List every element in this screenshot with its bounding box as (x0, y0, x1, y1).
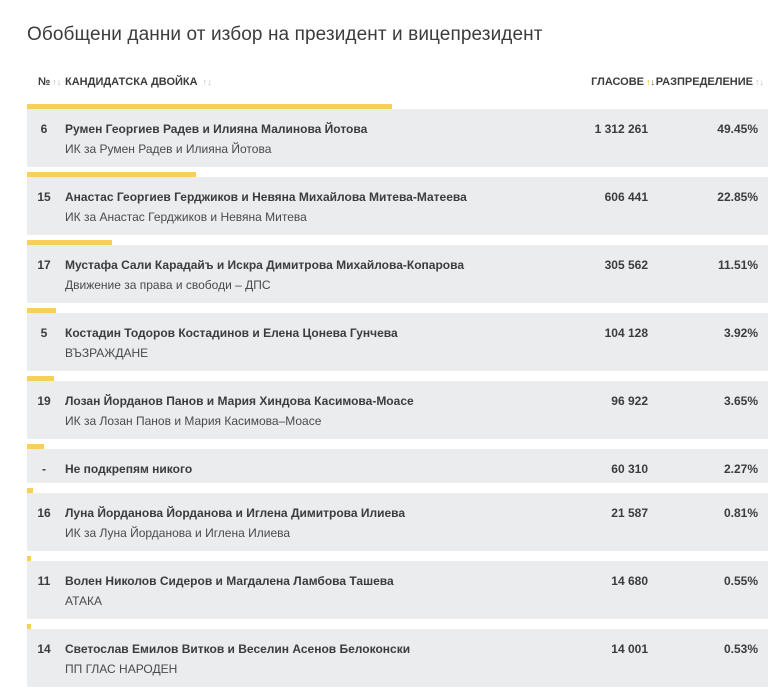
table-row[interactable]: 5 Костадин Тодоров Костадинов и Елена Цон… (27, 308, 768, 371)
vote-percentage: 0.55% (723, 574, 758, 588)
column-header-candidates-label: Кандидатска двойка (65, 76, 198, 88)
vote-count: 21 587 (611, 506, 648, 520)
party-name: АТАКА (65, 594, 102, 608)
candidate-number: 6 (40, 122, 48, 136)
party-name: ИК за Лозан Панов и Мария Касимова–Моасе (65, 414, 322, 428)
vote-percentage: 0.53% (723, 642, 758, 656)
candidate-number: 11 (37, 574, 51, 588)
candidate-number: 17 (37, 258, 51, 272)
vote-count: 305 562 (604, 258, 648, 272)
row-card: 19 Лозан Йорданов Панов и Мария Хиндова К… (27, 381, 768, 439)
vote-count: 60 310 (611, 462, 648, 476)
row-card: 17 Мустафа Сали Карадайъ и Искра Димитров… (27, 245, 768, 303)
candidate-pair-name: Румен Георгиев Радев и Илияна Малинова Й… (65, 122, 368, 136)
vote-count: 14 001 (611, 642, 648, 656)
table-row[interactable]: 16 Луна Йорданова Йорданова и Иглена Дими… (27, 488, 768, 551)
row-card: 5 Костадин Тодоров Костадинов и Елена Цон… (27, 313, 768, 371)
vote-percentage: 0.81% (723, 506, 758, 520)
vote-percentage: 49.45% (717, 122, 758, 136)
table-row[interactable]: 11 Волен Николов Сидеров и Магдалена Ламб… (27, 556, 768, 619)
vote-percentage: 3.92% (723, 326, 758, 340)
column-header-number-label: № (38, 76, 51, 88)
table-row[interactable]: 17 Мустафа Сали Карадайъ и Искра Димитров… (27, 240, 768, 303)
column-header-votes-label: Гласове (591, 76, 644, 88)
candidate-pair-name: Анастас Георгиев Герджиков и Невяна Миха… (65, 190, 467, 204)
sort-icon[interactable]: ↑↓ (203, 77, 212, 87)
party-name: ПП ГЛАС НАРОДЕН (65, 662, 178, 676)
row-card: 16 Луна Йорданова Йорданова и Иглена Дими… (27, 493, 768, 551)
column-header-distribution[interactable]: Разпределение ↑↓ (656, 76, 764, 88)
table-row[interactable]: 15 Анастас Георгиев Герджиков и Невяна Ми… (27, 172, 768, 235)
candidate-pair-name: Луна Йорданова Йорданова и Иглена Димитр… (65, 506, 406, 520)
party-name: ИК за Анастас Герджиков и Невяна Митева (65, 210, 307, 224)
table-row[interactable]: 14 Светослав Емилов Витков и Веселин Асен… (27, 624, 768, 687)
candidate-number: 5 (40, 326, 48, 340)
candidate-pair-name: Светослав Емилов Витков и Веселин Асенов… (65, 642, 411, 656)
vote-percentage: 22.85% (717, 190, 758, 204)
table-row[interactable]: - Не подкрепям никого 60 310 2.27% (27, 444, 768, 483)
sort-desc-icon[interactable]: ↑↓ (646, 77, 655, 87)
column-header-number[interactable]: № ↑↓ (38, 76, 61, 88)
row-card: 6 Румен Георгиев Радев и Илияна Малинова … (27, 109, 768, 167)
party-name: ИК за Румен Радев и Илияна Йотова (65, 142, 272, 156)
vote-count: 606 441 (604, 190, 648, 204)
sort-icon[interactable]: ↑↓ (52, 77, 61, 87)
table-row[interactable]: 6 Румен Георгиев Радев и Илияна Малинова … (27, 104, 768, 167)
party-name: ВЪЗРАЖДАНЕ (65, 346, 149, 360)
results-table: 6 Румен Георгиев Радев и Илияна Малинова … (27, 104, 768, 692)
candidate-pair-name: Волен Николов Сидеров и Магдалена Ламбов… (65, 574, 394, 588)
candidate-pair-name: Мустафа Сали Карадайъ и Искра Димитрова … (65, 258, 465, 272)
column-header-distribution-label: Разпределение (655, 76, 753, 88)
vote-count: 1 312 261 (594, 122, 648, 136)
vote-count: 104 128 (604, 326, 648, 340)
vote-percentage: 2.27% (723, 462, 758, 476)
row-card: 11 Волен Николов Сидеров и Магдалена Ламб… (27, 561, 768, 619)
column-header-votes[interactable]: Гласове ↑↓ (591, 76, 655, 88)
row-card: 15 Анастас Георгиев Герджиков и Невяна Ми… (27, 177, 768, 235)
vote-count: 14 680 (611, 574, 648, 588)
candidate-pair-name: Костадин Тодоров Костадинов и Елена Цоне… (65, 326, 398, 340)
candidate-number: - (42, 462, 46, 476)
column-header-candidates[interactable]: Кандидатска двойка ↑↓ (65, 76, 212, 88)
party-name: ИК за Луна Йорданова и Иглена Илиева (65, 526, 291, 540)
row-spacer (27, 687, 768, 692)
vote-percentage: 3.65% (723, 394, 758, 408)
table-header: № ↑↓ Кандидатска двойка ↑↓ Гласове ↑↓ Разп… (27, 72, 768, 94)
candidate-pair-name: Лозан Йорданов Панов и Мария Хиндова Кас… (65, 394, 414, 408)
candidate-pair-name: Не подкрепям никого (65, 462, 193, 476)
candidate-number: 19 (37, 394, 51, 408)
row-card: 14 Светослав Емилов Витков и Веселин Асен… (27, 629, 768, 687)
vote-count: 96 922 (611, 394, 648, 408)
vote-percentage: 11.51% (717, 258, 758, 272)
party-name: Движение за права и свободи – ДПС (65, 278, 271, 292)
sort-icon[interactable]: ↑↓ (755, 77, 764, 87)
row-card: - Не подкрепям никого 60 310 2.27% (27, 449, 768, 483)
page-title: Обобщени данни от избор на президент и в… (27, 24, 543, 45)
candidate-number: 15 (37, 190, 51, 204)
candidate-number: 14 (37, 642, 51, 656)
table-row[interactable]: 19 Лозан Йорданов Панов и Мария Хиндова К… (27, 376, 768, 439)
candidate-number: 16 (37, 506, 51, 520)
